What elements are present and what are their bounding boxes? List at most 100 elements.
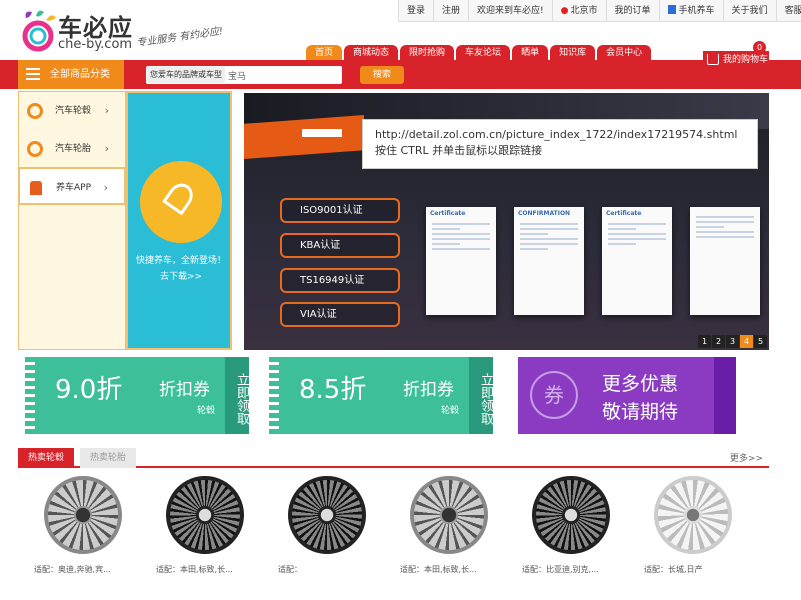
search-type-select[interactable]: 您爱车的品牌或车型 <box>147 67 225 83</box>
mobile-app-link[interactable]: 手机养车 <box>660 0 724 21</box>
search-button[interactable]: 搜索 <box>360 66 404 84</box>
cert-button-ts[interactable]: TS16949认证 <box>280 268 400 293</box>
claim-coupon-button[interactable]: 立即领取 <box>225 357 249 434</box>
product-list: 适配：奥迪,奔驰,宾... 适配：本田,标致,长... 适配： 适配：本田,标致… <box>18 474 769 579</box>
coupon-serrated-edge <box>269 357 279 434</box>
product-card[interactable]: 适配：长城,日产 <box>638 474 748 579</box>
cert-button-kba[interactable]: KBA认证 <box>280 233 400 258</box>
site-logo[interactable]: 车必应 che-by.com 专业服务 有约必应! <box>18 6 238 56</box>
about-us-link[interactable]: 关于我们 <box>724 0 777 21</box>
search-input[interactable] <box>226 67 340 83</box>
category-sidebar: 汽车轮毂 › 汽车轮胎 › 养车APP › <box>18 91 126 350</box>
logo-mark-icon <box>22 10 56 52</box>
certificate-images: Certificate CONFIRMATION Certificate <box>424 203 764 323</box>
more-offers-line1: 更多优惠 <box>602 373 679 395</box>
product-caption: 适配： <box>278 565 302 574</box>
page: 车必应 che-by.com 专业服务 有约必应! 登录 注册 欢迎来到车必应!… <box>0 0 801 600</box>
banner-page-5[interactable]: 5 <box>754 335 767 348</box>
certificate-doc: Certificate <box>602 207 672 315</box>
cart-icon <box>707 54 719 65</box>
coupon-category: 轮毂 <box>197 406 216 416</box>
banner-page-3[interactable]: 3 <box>726 335 739 348</box>
city-selector[interactable]: ● 北京市 <box>553 0 607 21</box>
coupon-serrated-edge <box>25 357 35 434</box>
cert-button-via[interactable]: VIA认证 <box>280 302 400 327</box>
certificate-doc: CONFIRMATION <box>514 207 584 315</box>
sidebar-item-label: 养车APP <box>56 183 92 193</box>
banner-page-1[interactable]: 1 <box>698 335 711 348</box>
product-caption: 适配：比亚迪,别克,... <box>522 565 599 574</box>
mobile-phone-icon <box>667 5 676 14</box>
coupon-icon: 券 <box>530 371 578 419</box>
product-caption: 适配：长城,日产 <box>644 565 703 574</box>
all-categories-label: 全部商品分类 <box>50 69 110 80</box>
tab-hot-wheels[interactable]: 热卖轮毂 <box>18 448 75 468</box>
wheel-image[interactable] <box>288 476 366 554</box>
coupon-discount: 8.5折 <box>299 375 367 405</box>
product-card[interactable]: 适配：本田,标致,长... <box>150 474 260 579</box>
coupon-card[interactable]: 8.5折 折扣券 轮毂 立即领取 <box>269 357 493 434</box>
wheel-image[interactable] <box>166 476 244 554</box>
certificate-doc: Certificate <box>426 207 496 315</box>
my-orders-link[interactable]: 我的订单 <box>607 0 660 21</box>
app-promo-panel[interactable]: 快捷养车，全新登场！ 去下载>> <box>126 91 232 350</box>
register-link[interactable]: 注册 <box>434 0 470 21</box>
promo-download-link[interactable]: 去下载>> <box>134 269 228 282</box>
promo-headline: 快捷养车，全新登场！ <box>135 256 226 266</box>
tire-icon <box>27 141 43 157</box>
chevron-right-icon: › <box>104 142 109 155</box>
product-caption: 适配：本田,标致,长... <box>156 565 233 574</box>
sidebar-item-tire[interactable]: 汽车轮胎 › <box>19 130 125 168</box>
logo-en-text: che-by.com <box>58 37 133 52</box>
link-tooltip: http://detail.zol.com.cn/picture_index_1… <box>362 119 758 169</box>
welcome-text: 欢迎来到车必应! <box>469 0 553 21</box>
coupon-label: 折扣券 <box>403 380 454 400</box>
certificate-doc <box>690 207 760 315</box>
cart-button[interactable]: 我的购物车 0 <box>703 41 769 69</box>
coupon-category: 轮毂 <box>441 406 460 416</box>
product-card[interactable]: 适配： <box>272 474 382 579</box>
wheel-image[interactable] <box>532 476 610 554</box>
product-card[interactable]: 适配：比亚迪,别克,... <box>516 474 626 579</box>
banner-page-4[interactable]: 4 <box>740 335 753 348</box>
more-link[interactable]: 更多>> <box>730 451 763 464</box>
top-links-bar: 登录 注册 欢迎来到车必应! ●北京市 我的订单 手机养车 关于我们 客服热线 <box>398 0 801 22</box>
coupon-discount: 9.0折 <box>55 375 123 405</box>
sidebar-item-label: 汽车轮胎 <box>55 144 92 154</box>
product-caption: 适配：本田,标致,长... <box>400 565 477 574</box>
product-card[interactable]: 适配：本田,标致,长... <box>394 474 504 579</box>
sidebar-item-app[interactable]: 养车APP › <box>18 167 126 205</box>
sidebar-item-wheel-hub[interactable]: 汽车轮毂 › <box>19 92 125 130</box>
wheel-image[interactable] <box>654 476 732 554</box>
cert-button-iso[interactable]: ISO9001认证 <box>280 198 400 223</box>
hot-products-bar: 热卖轮毂 热卖轮胎 更多>> <box>18 448 769 468</box>
chevron-right-icon: › <box>104 104 109 117</box>
search-box: 您爱车的品牌或车型 <box>146 66 342 84</box>
logo-slogan: 专业服务 有约必应! <box>135 25 224 49</box>
chevron-right-icon: › <box>103 181 108 194</box>
product-caption: 适配：奥迪,奔驰,宾... <box>34 565 111 574</box>
banner-pagination: 1 2 3 4 5 <box>697 335 767 348</box>
city-label: 北京市 <box>570 6 598 16</box>
cart-count-badge: 0 <box>753 41 766 54</box>
cart-label: 我的购物车 <box>723 55 769 65</box>
coupon-card[interactable]: 9.0折 折扣券 轮毂 立即领取 <box>25 357 249 434</box>
app-icon <box>30 181 42 195</box>
sidebar-item-label: 汽车轮毂 <box>55 106 92 116</box>
all-categories-button[interactable]: 全部商品分类 <box>18 60 124 89</box>
tab-hot-tires[interactable]: 热卖轮胎 <box>80 448 137 468</box>
more-offers-line2: 敬请期待 <box>602 401 679 423</box>
claim-coupon-button[interactable]: 立即领取 <box>469 357 493 434</box>
mobile-app-label: 手机养车 <box>678 6 715 16</box>
wheel-image[interactable] <box>44 476 122 554</box>
login-link[interactable]: 登录 <box>399 0 435 21</box>
more-offers-card[interactable]: 券 更多优惠 敬请期待 <box>518 357 736 434</box>
customer-service-link[interactable]: 客服热线 <box>777 0 801 21</box>
product-card[interactable]: 适配：奥迪,奔驰,宾... <box>28 474 138 579</box>
wheel-hub-icon <box>27 103 43 119</box>
banner-page-2[interactable]: 2 <box>712 335 725 348</box>
banner-dash <box>302 129 342 137</box>
wheel-image[interactable] <box>410 476 488 554</box>
menu-icon <box>26 68 40 80</box>
location-pin-icon: ● <box>560 6 569 16</box>
